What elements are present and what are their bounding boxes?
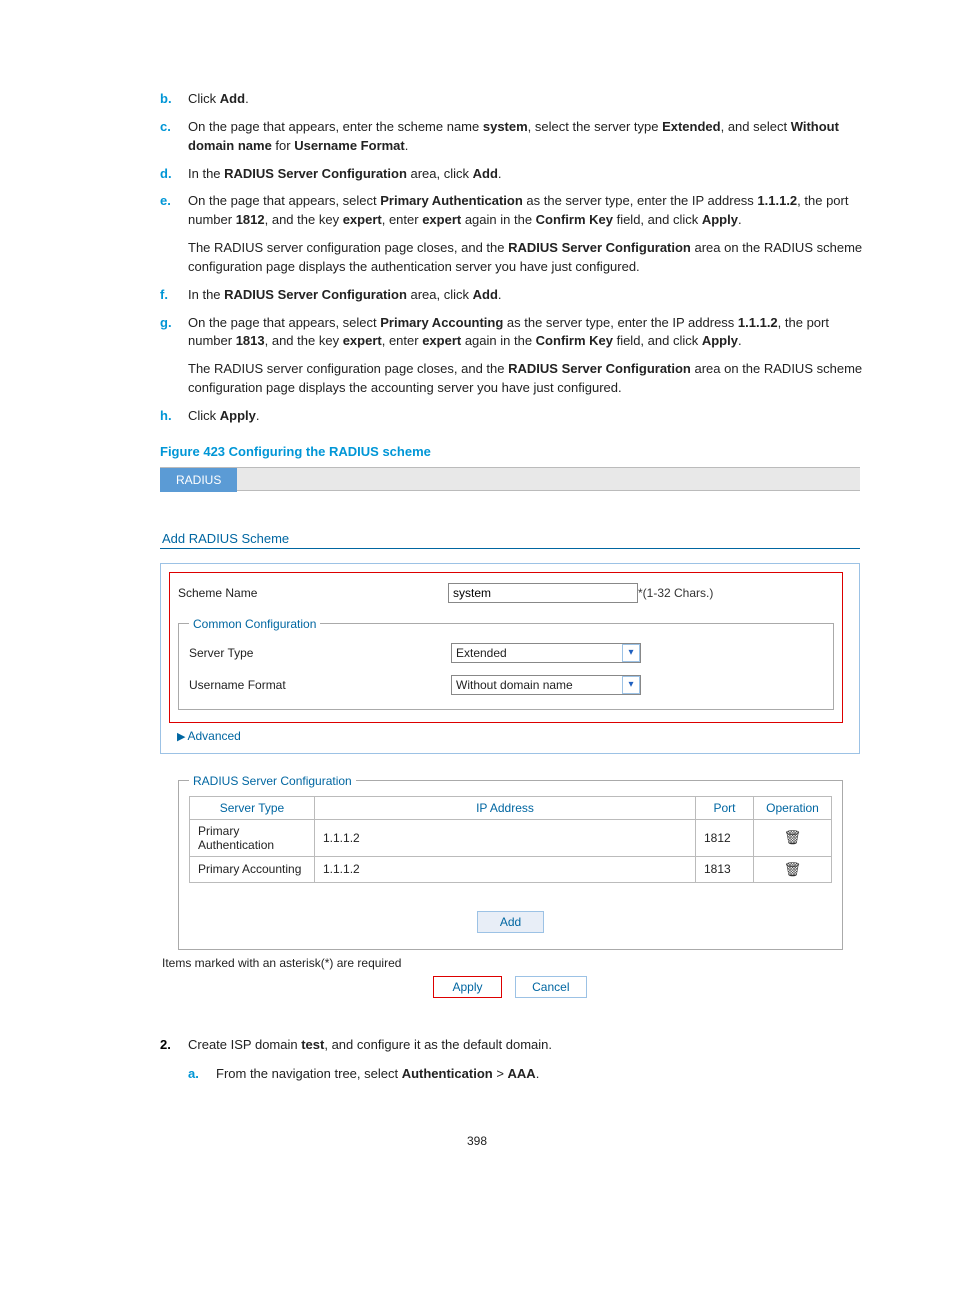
cell-server-type: Primary Authentication [190,819,315,856]
step-h: h. Click Apply. [160,407,864,426]
figure-caption: Figure 423 Configuring the RADIUS scheme [160,444,864,459]
step-text: On the page that appears, select Primary… [188,192,864,230]
table-row: Primary Authentication 1.1.1.2 1812 🗑 [190,819,832,856]
step-letter: g. [160,314,188,352]
step-text: Click Apply. [188,407,864,426]
chevron-down-icon: ▾ [622,644,640,662]
step-text: Create ISP domain test, and configure it… [188,1036,864,1055]
triangle-right-icon: ▶ [177,731,185,743]
substeps: a. From the navigation tree, select Auth… [188,1065,864,1084]
cell-operation: 🗑 [754,856,832,882]
trash-icon[interactable]: 🗑 [784,861,802,878]
select-username-format-value: Without domain name [452,678,622,692]
step-text: In the RADIUS Server Configuration area,… [188,165,864,184]
th-ip: IP Address [315,796,696,819]
step-letter: a. [188,1065,216,1084]
th-operation: Operation [754,796,832,819]
cell-server-type: Primary Accounting [190,856,315,882]
step-text: On the page that appears, select Primary… [188,314,864,352]
section-title: Add RADIUS Scheme [162,531,860,546]
th-server-type: Server Type [190,796,315,819]
action-buttons: Apply Cancel [160,976,860,998]
table-row: Primary Accounting 1.1.1.2 1813 🗑 [190,856,832,882]
tab-bar: RADIUS [160,467,860,491]
label-scheme-name: Scheme Name [178,586,448,600]
step-list: b. Click Add. c. On the page that appear… [160,90,864,426]
step-letter: f. [160,286,188,305]
step-2a: a. From the navigation tree, select Auth… [188,1065,864,1084]
step-text: In the RADIUS Server Configuration area,… [188,286,864,305]
row-scheme-name: Scheme Name *(1-32 Chars.) [178,577,834,609]
tab-radius[interactable]: RADIUS [160,468,237,492]
fieldset-radius-server: RADIUS Server Configuration Server Type … [178,774,843,950]
step-f: f. In the RADIUS Server Configuration ar… [160,286,864,305]
divider [160,548,860,549]
step-g-paragraph: The RADIUS server configuration page clo… [188,360,864,398]
cancel-button[interactable]: Cancel [515,976,586,998]
th-port: Port [696,796,754,819]
cell-port: 1813 [696,856,754,882]
step-2: 2. Create ISP domain test, and configure… [160,1036,864,1055]
step-b: b. Click Add. [160,90,864,109]
cell-ip: 1.1.1.2 [315,819,696,856]
select-server-type[interactable]: Extended ▾ [451,643,641,663]
cell-ip: 1.1.1.2 [315,856,696,882]
step-e: e. On the page that appears, select Prim… [160,192,864,230]
step-letter: d. [160,165,188,184]
step-g: g. On the page that appears, select Prim… [160,314,864,352]
required-note: Items marked with an asterisk(*) are req… [162,956,860,970]
add-button[interactable]: Add [477,911,544,933]
advanced-label: Advanced [187,729,240,743]
trash-icon[interactable]: 🗑 [784,829,802,846]
form-box: Scheme Name *(1-32 Chars.) Common Config… [160,563,860,754]
figure-screenshot: RADIUS Add RADIUS Scheme Scheme Name *(1… [160,467,860,998]
chevron-down-icon: ▾ [622,676,640,694]
label-server-type: Server Type [189,646,451,660]
row-username-format: Username Format Without domain name ▾ [189,669,823,701]
step-e-paragraph: The RADIUS server configuration page clo… [188,239,864,277]
label-username-format: Username Format [189,678,451,692]
server-table: Server Type IP Address Port Operation Pr… [189,796,832,883]
step-text: From the navigation tree, select Authent… [216,1065,864,1084]
step-c: c. On the page that appears, enter the s… [160,118,864,156]
input-scheme-name[interactable] [448,583,638,603]
advanced-toggle[interactable]: ▶Advanced [177,729,843,743]
step-number: 2. [160,1036,188,1055]
step-letter: h. [160,407,188,426]
step-text: On the page that appears, enter the sche… [188,118,864,156]
step-letter: c. [160,118,188,156]
hint-scheme-name: *(1-32 Chars.) [638,586,713,600]
select-server-type-value: Extended [452,646,622,660]
step-d: d. In the RADIUS Server Configuration ar… [160,165,864,184]
step-text: Click Add. [188,90,864,109]
highlighted-fields: Scheme Name *(1-32 Chars.) Common Config… [169,572,843,723]
select-username-format[interactable]: Without domain name ▾ [451,675,641,695]
table-header-row: Server Type IP Address Port Operation [190,796,832,819]
legend-radius-server: RADIUS Server Configuration [189,774,356,788]
fieldset-common: Common Configuration Server Type Extende… [178,617,834,710]
step-letter: e. [160,192,188,230]
row-server-type: Server Type Extended ▾ [189,637,823,669]
step-letter: b. [160,90,188,109]
legend-common: Common Configuration [189,617,320,631]
cell-port: 1812 [696,819,754,856]
apply-button[interactable]: Apply [433,976,501,998]
cell-operation: 🗑 [754,819,832,856]
page-number: 398 [90,1134,864,1148]
